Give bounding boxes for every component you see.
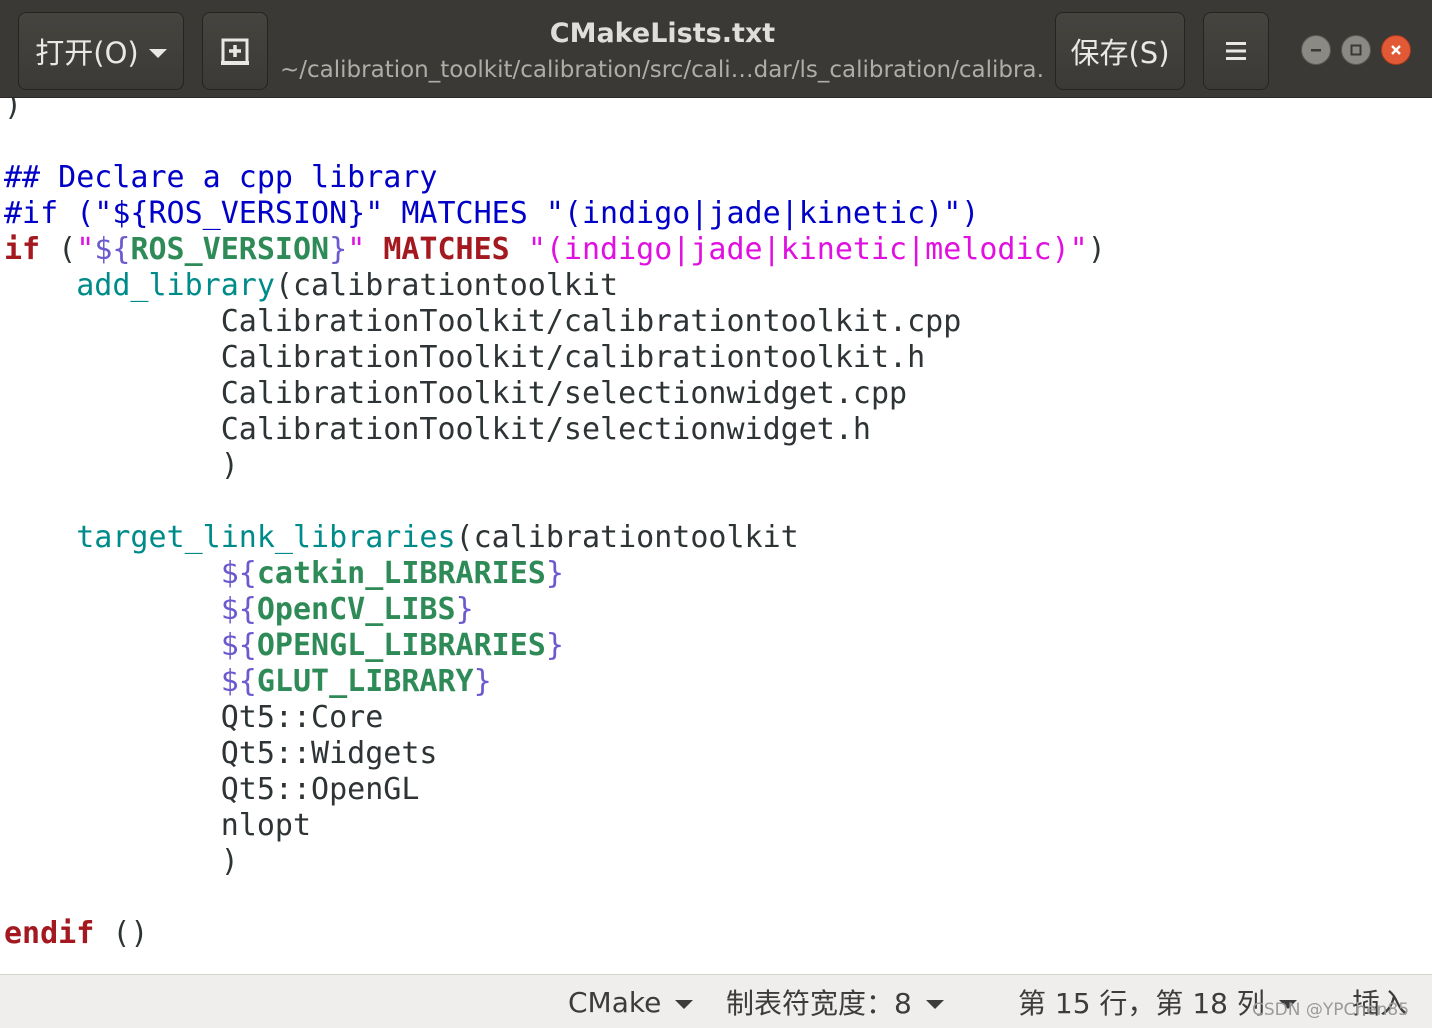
tab-width-selector[interactable]: 制表符宽度：8 — [726, 981, 944, 1023]
code-line[interactable]: ${GLUT_LIBRARY} — [4, 664, 1106, 700]
code-line[interactable]: endif () — [4, 916, 1106, 952]
code-line[interactable]: Qt5::Core — [4, 700, 1106, 736]
code-line[interactable]: nlopt — [4, 808, 1106, 844]
close-button[interactable] — [1381, 35, 1411, 65]
code-editor[interactable]: ) ## Declare a cpp library #if ("${ROS_VE… — [0, 98, 1432, 974]
code-line[interactable]: ) — [4, 448, 1106, 484]
minimize-button[interactable] — [1301, 35, 1331, 65]
code-line[interactable]: CalibrationToolkit/selectionwidget.cpp — [4, 376, 1106, 412]
maximize-button[interactable] — [1341, 35, 1371, 65]
new-document-icon — [221, 38, 249, 65]
save-button-label: 保存(S) — [1070, 36, 1170, 70]
chevron-down-icon — [925, 999, 944, 1009]
chevron-down-icon — [675, 999, 694, 1009]
code-line[interactable]: ## Declare a cpp library — [4, 160, 1106, 196]
code-line[interactable]: CalibrationToolkit/calibrationtoolkit.h — [4, 340, 1106, 376]
code-line[interactable]: ) — [4, 98, 1106, 124]
code-line[interactable] — [4, 484, 1106, 520]
language-selector[interactable]: CMake — [568, 981, 694, 1023]
code-line[interactable]: if ("${ROS_VERSION}" MATCHES "(indigo|ja… — [4, 232, 1106, 268]
close-icon — [1391, 45, 1401, 55]
cursor-position-label: 第 15 行，第 18 列 — [1018, 987, 1265, 1020]
chevron-down-icon — [148, 48, 167, 58]
code-line[interactable] — [4, 880, 1106, 916]
tab-width-label: 制表符宽度：8 — [726, 987, 912, 1020]
open-button[interactable]: 打开(O) — [18, 12, 184, 90]
status-bar: CMake 制表符宽度：8 第 15 行，第 18 列 插入 — [0, 974, 1432, 1028]
hamburger-menu-icon — [1226, 42, 1246, 60]
file-path: ~/calibration_toolkit/calibration/src/ca… — [280, 57, 1045, 83]
open-button-label: 打开(O) — [35, 36, 139, 70]
new-document-button[interactable] — [202, 12, 268, 90]
code-line[interactable]: Qt5::Widgets — [4, 736, 1106, 772]
header-bar: 打开(O) CMakeLists.txt ~/calibration_toolk… — [0, 0, 1432, 98]
watermark: CSDN @YPChen85 — [1252, 1000, 1410, 1020]
code-line[interactable]: ${OPENGL_LIBRARIES} — [4, 628, 1106, 664]
code-line[interactable] — [4, 124, 1106, 160]
minimize-icon — [1311, 49, 1321, 52]
code-line[interactable]: target_link_libraries(calibrationtoolkit — [4, 520, 1106, 556]
menu-button[interactable] — [1203, 12, 1269, 90]
code-line[interactable]: ${catkin_LIBRARIES} — [4, 556, 1106, 592]
code-line[interactable]: ) — [4, 844, 1106, 880]
code-line[interactable]: #if ("${ROS_VERSION}" MATCHES "(indigo|j… — [4, 196, 1106, 232]
code-line[interactable]: ${OpenCV_LIBS} — [4, 592, 1106, 628]
code-line[interactable]: CalibrationToolkit/calibrationtoolkit.cp… — [4, 304, 1106, 340]
code-line[interactable]: Qt5::OpenGL — [4, 772, 1106, 808]
window-title: CMakeLists.txt — [549, 18, 776, 49]
save-button[interactable]: 保存(S) — [1055, 12, 1185, 90]
language-label: CMake — [568, 985, 662, 1019]
code-line[interactable]: CalibrationToolkit/selectionwidget.h — [4, 412, 1106, 448]
code-content[interactable]: ) ## Declare a cpp library #if ("${ROS_VE… — [4, 98, 1106, 952]
title-area: CMakeLists.txt ~/calibration_toolkit/cal… — [280, 14, 1045, 86]
maximize-icon — [1350, 44, 1362, 56]
code-line[interactable]: add_library(calibrationtoolkit — [4, 268, 1106, 304]
